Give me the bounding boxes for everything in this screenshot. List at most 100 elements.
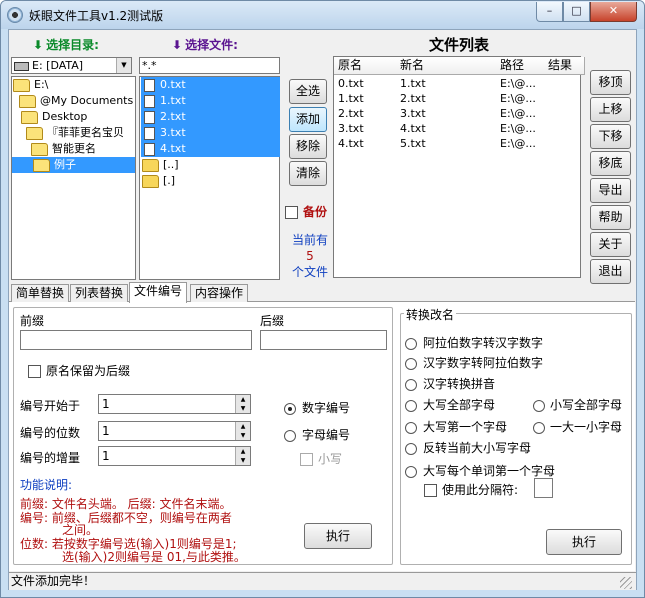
keep-original-checkbox[interactable]: 原名保留为后缀 xyxy=(28,362,130,379)
radio-dot[interactable] xyxy=(533,421,545,434)
move-bottom-button[interactable]: 移底 xyxy=(590,151,631,176)
arrow-down-icon: ⬇ xyxy=(33,38,44,52)
move-down-button[interactable]: 下移 xyxy=(590,124,631,149)
radio-pinyin[interactable]: 汉字转换拼音 xyxy=(405,375,495,392)
add-button[interactable]: 添加 xyxy=(289,107,327,132)
tree-item[interactable]: E:\ xyxy=(13,77,48,93)
radio-alternate-case[interactable]: 一大一小字母 xyxy=(533,418,622,435)
export-button[interactable]: 导出 xyxy=(590,178,631,203)
spinner-icon[interactable]: ▲ ▼ xyxy=(235,447,250,465)
digits-stepper[interactable]: 1 ▲ ▼ xyxy=(98,421,251,441)
hard-drive-icon xyxy=(14,61,29,71)
file-header: ⬇ 选择文件: xyxy=(172,38,238,52)
tab-file-numbering[interactable]: 文件编号 xyxy=(129,282,188,303)
tab-simple-replace[interactable]: 简单替换 xyxy=(11,284,70,302)
folder-icon xyxy=(142,174,159,188)
file-item[interactable]: 3.txt xyxy=(141,125,280,141)
list-title: 文件列表 xyxy=(428,36,489,54)
close-icon: ✕ xyxy=(608,4,619,17)
prefix-label: 前缀 xyxy=(20,314,45,328)
tree-item[interactable]: @My Documents xyxy=(19,93,133,109)
radio-upper-all[interactable]: 大写全部字母 xyxy=(405,396,495,413)
checkbox-box[interactable] xyxy=(300,453,313,466)
file-icon xyxy=(144,142,155,156)
step-stepper[interactable]: 1 ▲ ▼ xyxy=(98,446,251,466)
spinner-icon[interactable]: ▲ ▼ xyxy=(235,422,250,440)
dir-item[interactable]: [.] xyxy=(141,173,280,189)
file-list[interactable]: 0.txt 1.txt 2.txt 3.txt 4.txt [..] [.] xyxy=(139,76,280,280)
numeric-mode-radio[interactable]: 数字编号 xyxy=(284,399,350,416)
alpha-mode-radio[interactable]: 字母编号 xyxy=(284,426,350,443)
convert-execute-button[interactable]: 执行 xyxy=(546,529,622,555)
numbering-execute-button[interactable]: 执行 xyxy=(304,523,372,549)
checkbox-box[interactable] xyxy=(424,484,437,497)
dir-header: ⬇ 选择目录: xyxy=(33,38,99,52)
suffix-label: 后缀 xyxy=(260,314,285,328)
tree-item[interactable]: Desktop xyxy=(21,109,87,125)
col-result[interactable]: 结果 xyxy=(544,57,585,75)
spinner-icon[interactable]: ▲ ▼ xyxy=(235,395,250,413)
radio-lower-all[interactable]: 小写全部字母 xyxy=(533,396,622,413)
suffix-input[interactable] xyxy=(260,330,387,350)
col-new[interactable]: 新名 xyxy=(396,57,501,75)
maximize-button[interactable]: □ xyxy=(563,2,590,22)
help-button[interactable]: 帮助 xyxy=(590,205,631,230)
separator-checkbox[interactable]: 使用此分隔符: xyxy=(424,481,518,498)
close-button[interactable]: ✕ xyxy=(590,2,637,22)
exit-button[interactable]: 退出 xyxy=(590,259,631,284)
prefix-input[interactable] xyxy=(20,330,252,350)
col-original[interactable]: 原名 xyxy=(334,57,401,75)
desc-title: 功能说明: xyxy=(20,478,73,492)
tree-item[interactable]: 『菲菲更名宝贝 xyxy=(26,125,124,141)
file-item[interactable]: 0.txt xyxy=(141,77,280,93)
radio-dot[interactable] xyxy=(405,357,417,370)
chevron-down-icon[interactable]: ▼ xyxy=(116,58,131,73)
checkbox-box[interactable] xyxy=(28,365,41,378)
directory-tree[interactable]: E:\ @My Documents Desktop 『菲菲更名宝贝 智能更名 例… xyxy=(11,76,136,280)
backup-checkbox[interactable]: 备份 xyxy=(285,203,327,220)
folder-open-icon xyxy=(13,78,30,92)
radio-dot[interactable] xyxy=(533,399,545,412)
file-item[interactable]: 2.txt xyxy=(141,109,280,125)
folder-open-icon xyxy=(21,110,38,124)
move-up-button[interactable]: 上移 xyxy=(590,97,631,122)
move-top-button[interactable]: 移顶 xyxy=(590,70,631,95)
status-text: 文件添加完毕！ xyxy=(11,574,96,588)
radio-dot[interactable] xyxy=(405,399,417,412)
file-table[interactable]: 原名 新名 路径 结果 0.txt 1.txt E:\@... 1.txt 2.txt… xyxy=(333,56,585,278)
about-button[interactable]: 关于 xyxy=(590,232,631,257)
radio-dot[interactable] xyxy=(405,442,417,455)
radio-arabic-to-chinese[interactable]: 阿拉伯数字转汉字数字 xyxy=(405,334,543,351)
separator-input[interactable] xyxy=(534,478,553,498)
tree-item-selected[interactable]: 例子 xyxy=(12,157,135,173)
remove-button[interactable]: 移除 xyxy=(289,134,327,159)
file-item[interactable]: 1.txt xyxy=(141,93,280,109)
checkbox-box[interactable] xyxy=(285,206,298,219)
folder-open-icon xyxy=(26,126,43,140)
radio-dot[interactable] xyxy=(405,465,417,478)
filter-input[interactable]: *.* xyxy=(139,57,280,74)
radio-title-case[interactable]: 大写每个单词第一个字母 xyxy=(405,462,555,479)
tab-content-ops[interactable]: 内容操作 xyxy=(190,284,249,302)
radio-upper-first[interactable]: 大写第一个字母 xyxy=(405,418,507,435)
tree-item[interactable]: 智能更名 xyxy=(31,141,96,157)
select-all-button[interactable]: 全选 xyxy=(289,79,327,104)
radio-chinese-to-arabic[interactable]: 汉字数字转阿拉伯数字 xyxy=(405,354,543,371)
radio-dot[interactable] xyxy=(284,402,296,415)
lowercase-checkbox[interactable]: 小写 xyxy=(300,450,342,467)
minimize-button[interactable]: – xyxy=(536,2,563,22)
clear-button[interactable]: 清除 xyxy=(289,161,327,186)
minimize-icon: – xyxy=(546,4,553,17)
col-path[interactable]: 路径 xyxy=(496,57,549,75)
start-stepper[interactable]: 1 ▲ ▼ xyxy=(98,394,251,414)
radio-dot[interactable] xyxy=(284,429,296,442)
radio-dot[interactable] xyxy=(405,337,417,350)
radio-invert-case[interactable]: 反转当前大小写字母 xyxy=(405,439,531,456)
radio-dot[interactable] xyxy=(405,378,417,391)
resize-grip-icon[interactable] xyxy=(620,577,632,589)
tab-list-replace[interactable]: 列表替换 xyxy=(70,284,129,302)
dir-item[interactable]: [..] xyxy=(141,157,280,173)
radio-dot[interactable] xyxy=(405,421,417,434)
file-item[interactable]: 4.txt xyxy=(141,141,280,157)
drive-select[interactable]: E: [DATA] ▼ xyxy=(11,57,132,74)
